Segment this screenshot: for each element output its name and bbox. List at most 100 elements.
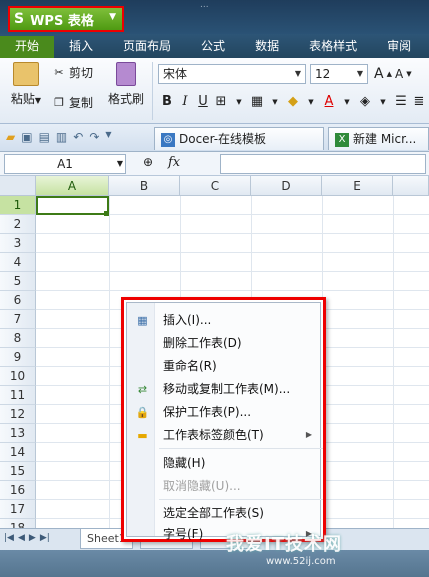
zoom-icon[interactable]: ⊕ — [143, 155, 153, 169]
row-header[interactable]: 12 — [0, 405, 36, 424]
bold-button[interactable]: B — [160, 94, 174, 109]
menu-item-delete-sheet[interactable]: 删除工作表(D) — [127, 332, 320, 354]
clipboard-icon — [13, 62, 39, 86]
column-header-b[interactable]: B — [109, 176, 180, 196]
open-folder-icon[interactable]: ▰ — [6, 130, 15, 144]
wps-app-label: WPS 表格 — [30, 13, 94, 29]
name-box[interactable]: A1 ▼ — [4, 154, 126, 174]
menu-item-protect-sheet[interactable]: 🔒 保护工作表(P)... — [127, 401, 320, 423]
grid-line — [36, 271, 429, 272]
tab-page-layout[interactable]: 页面布局 — [108, 36, 186, 58]
wps-app-menu-button[interactable]: S WPS 表格 ▼ — [8, 6, 124, 32]
paste-button[interactable]: 粘贴▼ — [8, 62, 44, 107]
grid-line — [393, 196, 394, 528]
font-name-select[interactable]: 宋体 ▼ — [158, 64, 306, 84]
menu-item-hide[interactable]: 隐藏(H) — [127, 452, 320, 474]
fill-color-icon[interactable]: ◆ — [286, 94, 300, 109]
prev-sheet-icon[interactable]: ◀ — [18, 533, 25, 543]
row-header[interactable]: 2 — [0, 215, 36, 234]
print-preview-icon[interactable]: ▥ — [56, 130, 67, 144]
column-header-f[interactable] — [393, 176, 429, 196]
row-header[interactable]: 17 — [0, 500, 36, 519]
underline-button[interactable]: U — [196, 94, 210, 109]
function-fx-button[interactable]: fx — [168, 155, 180, 170]
borders-icon[interactable]: ⊞ — [214, 94, 228, 109]
column-header-d[interactable]: D — [251, 176, 322, 196]
italic-button[interactable]: I — [178, 94, 192, 109]
format-painter-button[interactable]: 格式刷 — [106, 62, 146, 107]
font-size-select[interactable]: 12 ▼ — [310, 64, 368, 84]
doc-tab-docer[interactable]: ◎ Docer-在线模板 — [154, 127, 324, 150]
cut-button[interactable]: ✂ 剪切 — [52, 64, 93, 81]
grow-font-button[interactable]: A — [374, 66, 384, 82]
shrink-font-button[interactable]: A — [395, 67, 403, 81]
chevron-down-icon[interactable]: ▼ — [105, 130, 111, 144]
row-header[interactable]: 14 — [0, 443, 36, 462]
row-header[interactable]: 11 — [0, 386, 36, 405]
fill-handle[interactable] — [104, 211, 109, 216]
doc-tab-new-workbook[interactable]: X 新建 Micr... — [328, 127, 429, 150]
row-header[interactable]: 9 — [0, 348, 36, 367]
submenu-arrow-icon: ▶ — [305, 430, 312, 439]
menu-item-label: 取消隐藏(U)... — [163, 479, 241, 493]
first-sheet-icon[interactable]: |◀ — [4, 533, 14, 543]
row-header[interactable]: 13 — [0, 424, 36, 443]
row-header[interactable]: 15 — [0, 462, 36, 481]
active-cell-a1[interactable] — [36, 196, 109, 215]
select-all-corner[interactable] — [0, 176, 36, 196]
next-sheet-icon[interactable]: ▶ — [29, 533, 36, 543]
font-size-value: 12 — [315, 67, 331, 81]
cell-style-icon[interactable]: ▦ — [250, 94, 264, 109]
lock-icon: 🔒 — [135, 406, 150, 419]
copy-button[interactable]: ❐ 复制 — [52, 94, 93, 111]
font-size-adjust: A ▲ A ▼ — [374, 66, 412, 82]
ribbon-divider — [152, 62, 153, 120]
font-color-button[interactable]: A — [322, 94, 336, 109]
formula-bar: A1 ▼ ⊕ fx — [0, 152, 429, 176]
menu-item-select-all-sheets[interactable]: 选定全部工作表(S) — [127, 502, 320, 524]
doc-tab-label: Docer-在线模板 — [179, 132, 267, 146]
tab-home[interactable]: 开始 — [0, 36, 55, 58]
tab-data[interactable]: 数据 — [240, 36, 294, 58]
align-left-icon[interactable]: ☰ — [394, 94, 408, 109]
column-header-c[interactable]: C — [180, 176, 251, 196]
format-painter-label: 格式刷 — [107, 92, 144, 106]
save-icon[interactable]: ▣ — [21, 130, 32, 144]
row-header[interactable]: 6 — [0, 291, 36, 310]
menu-item-tab-color[interactable]: ▬ 工作表标签颜色(T) ▶ — [127, 424, 320, 446]
row-header[interactable]: 5 — [0, 272, 36, 291]
row-header[interactable]: 1 — [0, 196, 36, 215]
tab-review[interactable]: 审阅 — [372, 36, 426, 58]
row-header[interactable]: 3 — [0, 234, 36, 253]
row-header[interactable]: 8 — [0, 329, 36, 348]
copy-icon: ❐ — [54, 95, 64, 109]
menu-separator — [159, 448, 323, 449]
ribbon-home: 粘贴▼ ✂ 剪切 ❐ 复制 格式刷 宋体 ▼ 12 ▼ A ▲ A ▼ B I U … — [0, 58, 429, 124]
indent-icon[interactable]: ≣ — [412, 94, 426, 109]
last-sheet-icon[interactable]: ▶| — [40, 533, 50, 543]
insert-table-icon: ▦ — [137, 314, 148, 327]
print-icon[interactable]: ▤ — [39, 130, 50, 144]
redo-icon[interactable]: ↷ — [89, 130, 99, 144]
tab-color-icon: ▬ — [137, 429, 148, 442]
tab-insert[interactable]: 插入 — [54, 36, 108, 58]
row-header[interactable]: 4 — [0, 253, 36, 272]
menu-item-insert[interactable]: ▦ 插入(I)... — [127, 309, 320, 331]
column-header-a[interactable]: A — [36, 176, 109, 196]
chevron-down-icon: ▼ — [109, 12, 116, 22]
cut-label: 剪切 — [69, 66, 94, 80]
undo-icon[interactable]: ↶ — [73, 130, 83, 144]
row-header[interactable]: 16 — [0, 481, 36, 500]
excel-icon: X — [335, 132, 349, 147]
tab-formulas[interactable]: 公式 — [186, 36, 240, 58]
eraser-icon[interactable]: ◈ — [358, 94, 372, 109]
row-header[interactable]: 7 — [0, 310, 36, 329]
tab-table-style[interactable]: 表格样式 — [294, 36, 372, 58]
cell-reference: A1 — [57, 157, 73, 171]
font-name-value: 宋体 — [163, 67, 188, 81]
formula-input[interactable] — [220, 154, 426, 174]
row-header[interactable]: 10 — [0, 367, 36, 386]
menu-item-rename[interactable]: 重命名(R) — [127, 355, 320, 377]
menu-item-move-copy[interactable]: ⇄ 移动或复制工作表(M)... — [127, 378, 320, 400]
column-header-e[interactable]: E — [322, 176, 393, 196]
